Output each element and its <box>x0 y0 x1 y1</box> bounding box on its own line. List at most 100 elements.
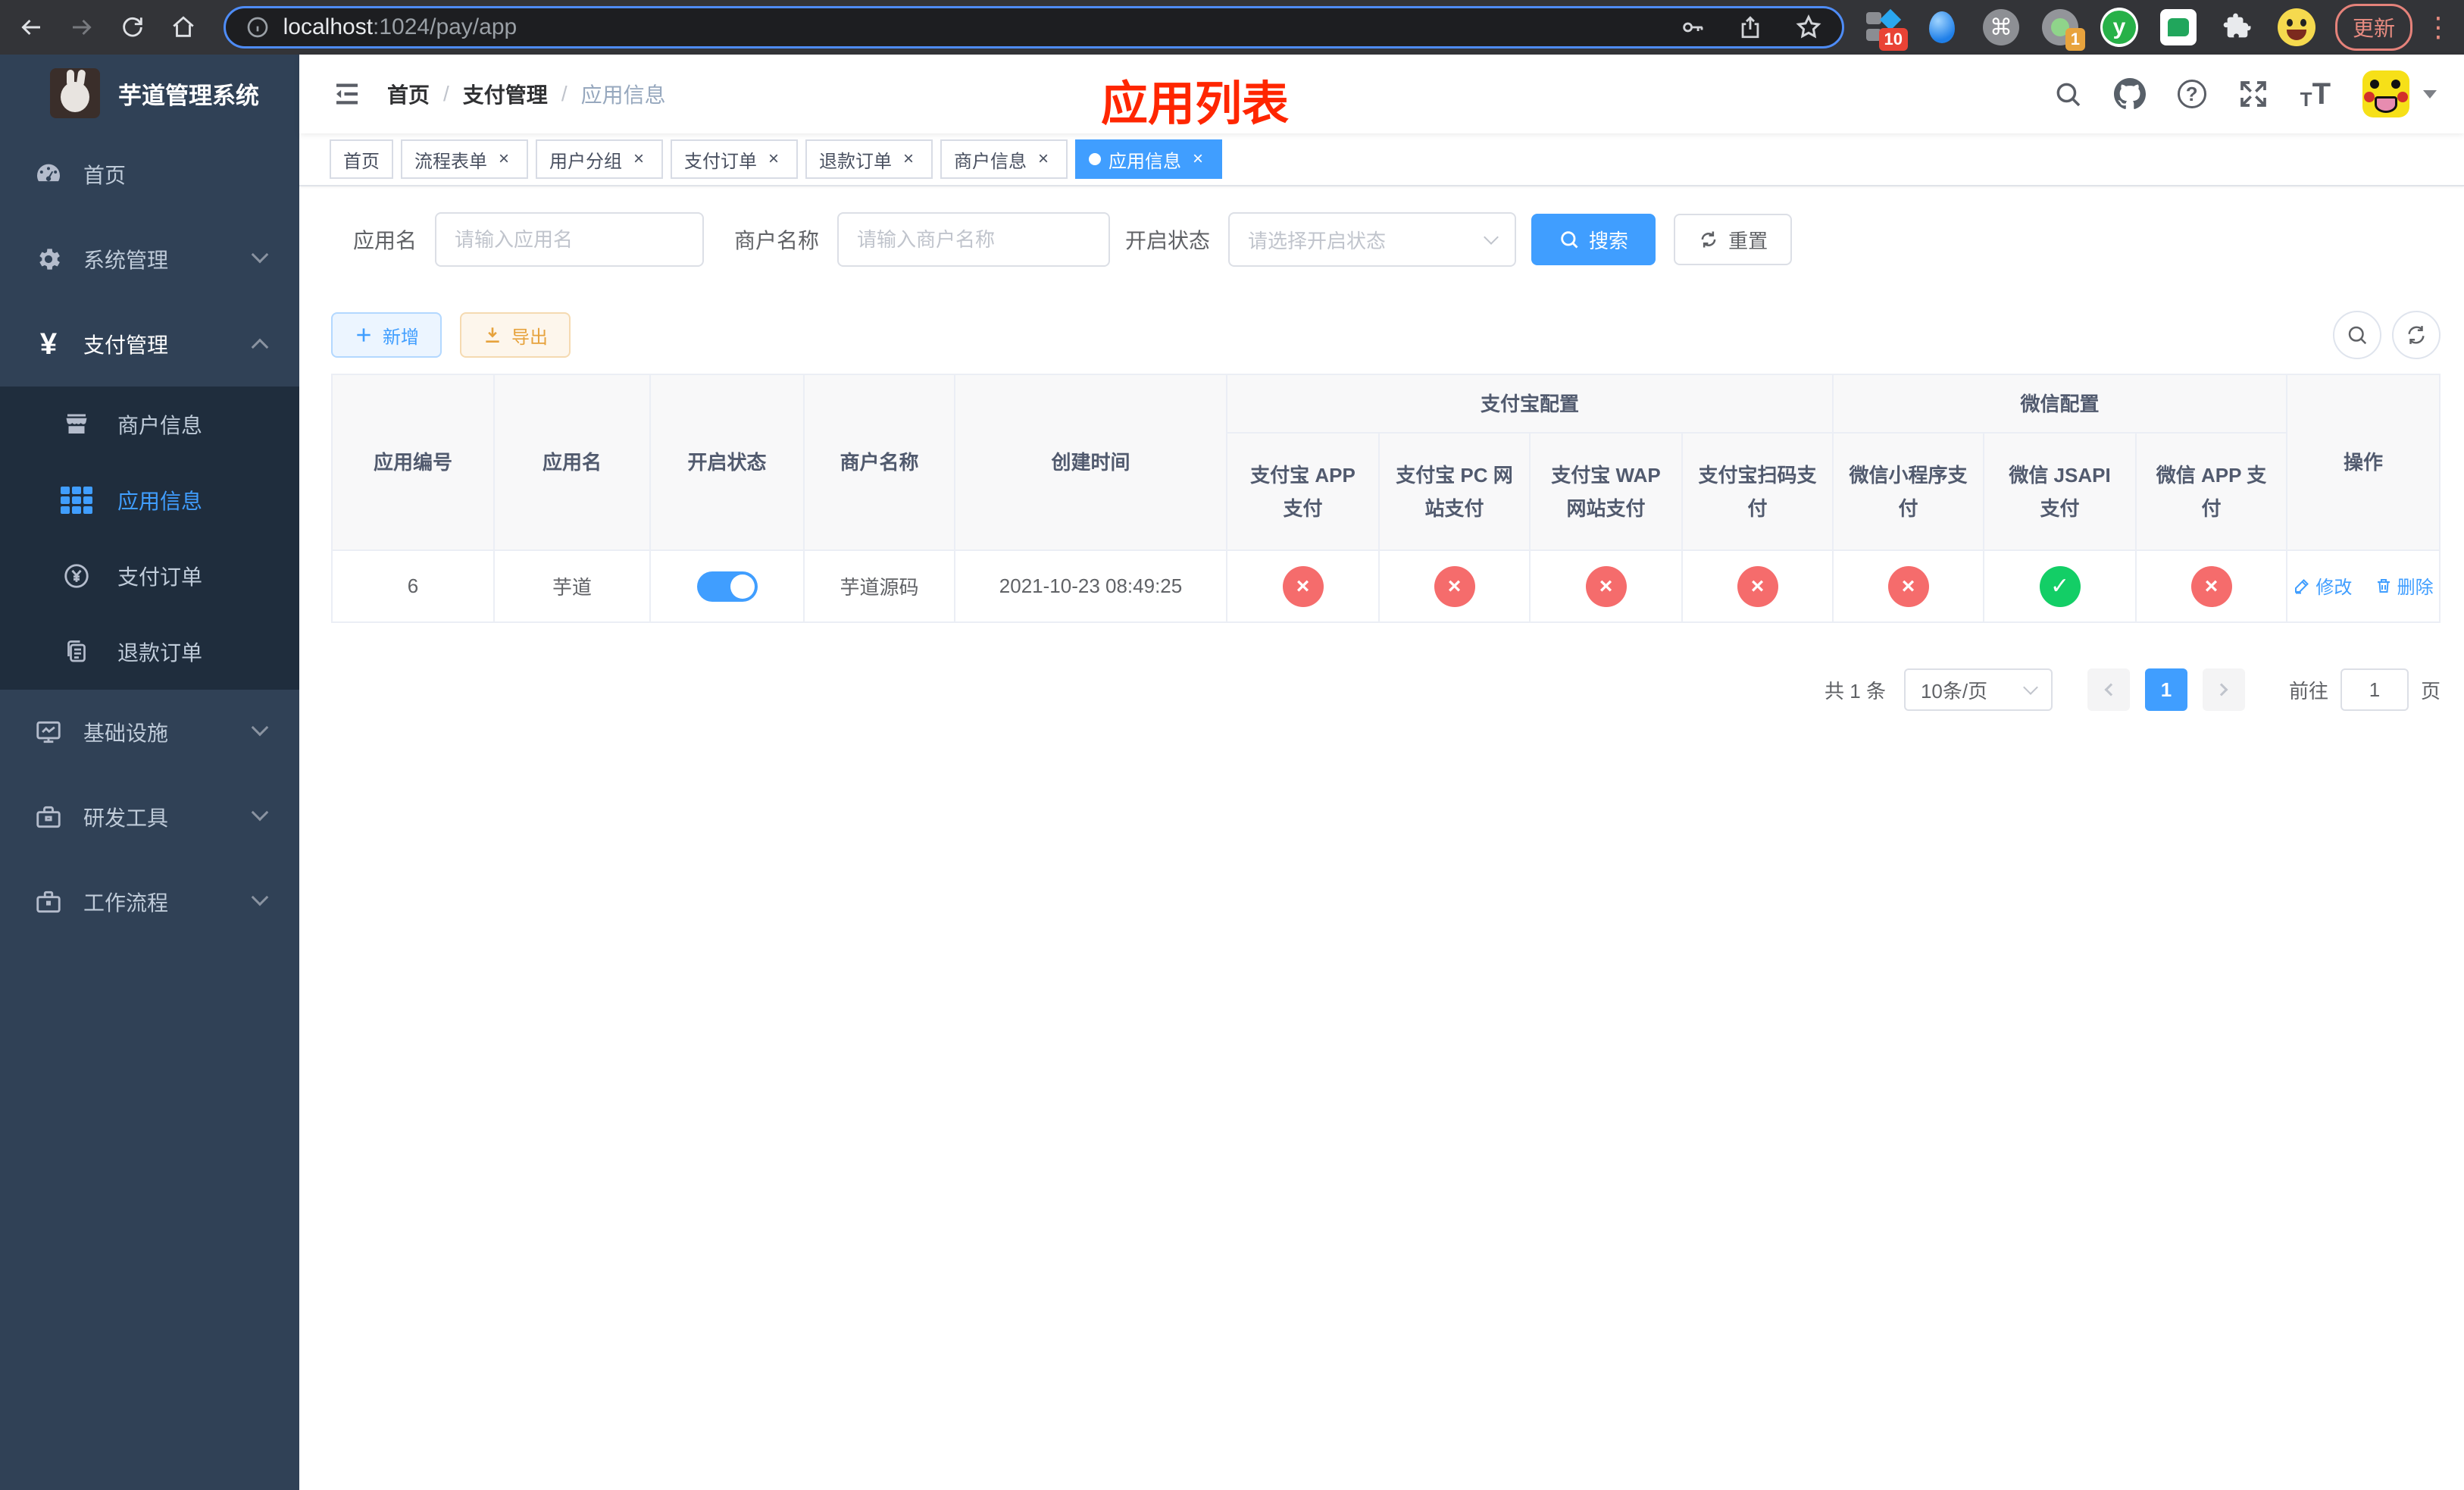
browser-profile-avatar[interactable] <box>2278 8 2315 46</box>
extension-sidebar-icon[interactable]: 10 <box>1864 8 1908 51</box>
tab-home[interactable]: 首页 <box>330 139 393 179</box>
page-size-select[interactable]: 10条/页 <box>1903 668 2053 711</box>
hide-search-button[interactable] <box>2333 311 2381 359</box>
extension-y-icon[interactable]: y <box>2100 8 2138 47</box>
tab-app-info[interactable]: 应用信息 × <box>1075 139 1222 179</box>
browser-home-button[interactable] <box>164 8 202 47</box>
cell-app-id: 6 <box>331 549 495 623</box>
chevron-down-icon <box>2023 680 2038 695</box>
col-actions: 操作 <box>2286 374 2441 551</box>
search-icon <box>2348 326 2367 345</box>
address-bar[interactable]: localhost:1024/pay/app <box>223 6 1844 49</box>
sidebar-toggle-icon[interactable] <box>331 78 363 110</box>
close-icon[interactable]: × <box>1187 149 1209 170</box>
sidebar-item-system[interactable]: 系统管理 <box>0 217 299 302</box>
browser-forward-button[interactable] <box>63 8 100 47</box>
merchant-name-input[interactable] <box>857 227 1091 252</box>
close-icon[interactable]: × <box>493 149 514 170</box>
font-size-icon[interactable]: TT <box>2300 77 2331 111</box>
sidebar-item-workflow[interactable]: 工作流程 <box>0 859 299 944</box>
tags-view-bar: 首页 流程表单 × 用户分组 × 支付订单 × 退款订单 × 商户信息 × 应用信息 × <box>299 133 2464 186</box>
header-search-icon[interactable] <box>2053 80 2082 108</box>
status-alipay-qr: × <box>1681 549 1834 623</box>
tab-pay-order[interactable]: 支付订单 × <box>671 139 798 179</box>
extension-badge: 10 <box>1878 28 1908 51</box>
goto-page-input[interactable] <box>2340 668 2409 711</box>
refresh-table-button[interactable] <box>2392 311 2441 359</box>
page-number-1[interactable]: 1 <box>2144 668 2187 711</box>
add-button[interactable]: 新增 <box>331 312 442 358</box>
site-info-icon[interactable] <box>245 15 270 39</box>
share-icon[interactable] <box>1737 14 1763 40</box>
status-select[interactable]: 请选择开启状态 <box>1228 212 1517 267</box>
breadcrumb-home[interactable]: 首页 <box>387 79 430 109</box>
close-icon[interactable]: × <box>763 149 784 170</box>
col-status: 开启状态 <box>649 374 805 551</box>
shop-icon <box>58 411 95 438</box>
pagination: 共 1 条 10条/页 1 前往 页 <box>331 668 2441 711</box>
password-key-icon[interactable] <box>1680 14 1706 40</box>
tab-merchant-info[interactable]: 商户信息 × <box>940 139 1068 179</box>
app-name-field[interactable] <box>435 212 705 267</box>
briefcase-icon <box>30 887 67 916</box>
extension-command-icon[interactable]: ⌘ <box>1982 8 2020 46</box>
forward-icon <box>72 19 92 36</box>
search-button[interactable]: 搜索 <box>1531 214 1656 265</box>
trash-icon <box>2377 578 2390 593</box>
navbar: 首页 / 支付管理 / 应用信息 ? TT <box>299 55 2464 133</box>
close-icon[interactable]: × <box>898 149 919 170</box>
user-avatar[interactable] <box>2362 70 2409 117</box>
reset-button[interactable]: 重置 <box>1674 214 1793 265</box>
payment-submenu: 商户信息 应用信息 支付订单 退款订单 <box>0 387 299 690</box>
extension-badge: 1 <box>2065 28 2085 51</box>
col-alipay-wap: 支付宝 WAP 网站支付 <box>1529 432 1683 551</box>
tab-refund-order[interactable]: 退款订单 × <box>805 139 933 179</box>
github-icon[interactable] <box>2113 78 2146 110</box>
help-icon[interactable]: ? <box>2177 80 2206 108</box>
browser-back-button[interactable] <box>12 8 49 47</box>
browser-toolbar: localhost:1024/pay/app 10 ⌘ 1 y 更新 ⋮ <box>0 0 2464 55</box>
sidebar-item-infrastructure[interactable]: 基础设施 <box>0 690 299 775</box>
extension-recorder-icon[interactable]: 1 <box>2041 8 2085 51</box>
extensions-puzzle-icon[interactable] <box>2219 8 2256 46</box>
sidebar-item-payment[interactable]: ¥ 支付管理 <box>0 302 299 387</box>
extension-balloon-icon[interactable] <box>1923 8 1961 46</box>
next-page-button[interactable] <box>2202 668 2245 711</box>
prev-page-button[interactable] <box>2087 668 2130 711</box>
search-form: 应用名 商户名称 开启状态 请选择开启状态 搜索 <box>353 212 2441 267</box>
tab-process-form[interactable]: 流程表单 × <box>401 139 528 179</box>
merchant-name-field[interactable] <box>837 212 1111 267</box>
sidebar: 芋道管理系统 首页 系统管理 ¥ 支付管理 商户信息 应用信息 支付订单 退款订… <box>0 55 299 1490</box>
sidebar-item-pay-order[interactable]: 支付订单 <box>0 538 299 614</box>
sidebar-item-refund-order[interactable]: 退款订单 <box>0 614 299 690</box>
sidebar-item-dev-tools[interactable]: 研发工具 <box>0 775 299 859</box>
sidebar-item-app-info[interactable]: 应用信息 <box>0 462 299 538</box>
tab-user-group[interactable]: 用户分组 × <box>536 139 663 179</box>
browser-menu-icon[interactable]: ⋮ <box>2425 11 2452 43</box>
delete-link[interactable]: 删除 <box>2375 572 2434 599</box>
status-wechat-lite: × <box>1832 549 1985 623</box>
page-unit-label: 页 <box>2420 679 2441 703</box>
cross-icon: × <box>1434 565 1475 607</box>
sidebar-item-merchant-info[interactable]: 商户信息 <box>0 387 299 462</box>
avatar-caret-icon[interactable] <box>2423 89 2437 99</box>
app-logo[interactable]: 芋道管理系统 <box>0 55 299 132</box>
chrome-update-button[interactable]: 更新 <box>2335 4 2413 51</box>
status-toggle[interactable] <box>696 571 758 602</box>
app-name-input[interactable] <box>455 227 685 252</box>
close-icon[interactable]: × <box>1033 149 1054 170</box>
col-alipay-pc: 支付宝 PC 网站支付 <box>1378 432 1531 551</box>
sidebar-item-home[interactable]: 首页 <box>0 132 299 217</box>
close-icon[interactable]: × <box>628 149 649 170</box>
edit-pencil-icon <box>2295 578 2309 594</box>
table-toolbar: 新增 导出 <box>331 311 2441 359</box>
export-button[interactable]: 导出 <box>460 312 571 358</box>
cross-icon: × <box>1887 565 1929 607</box>
extension-chat-icon[interactable] <box>2159 8 2197 46</box>
logo-rabbit-image <box>50 68 100 118</box>
browser-reload-button[interactable] <box>114 8 151 47</box>
breadcrumb-payment[interactable]: 支付管理 <box>463 79 548 109</box>
fullscreen-icon[interactable] <box>2238 79 2269 109</box>
edit-link[interactable]: 修改 <box>2293 572 2352 599</box>
bookmark-star-icon[interactable] <box>1795 14 1822 41</box>
